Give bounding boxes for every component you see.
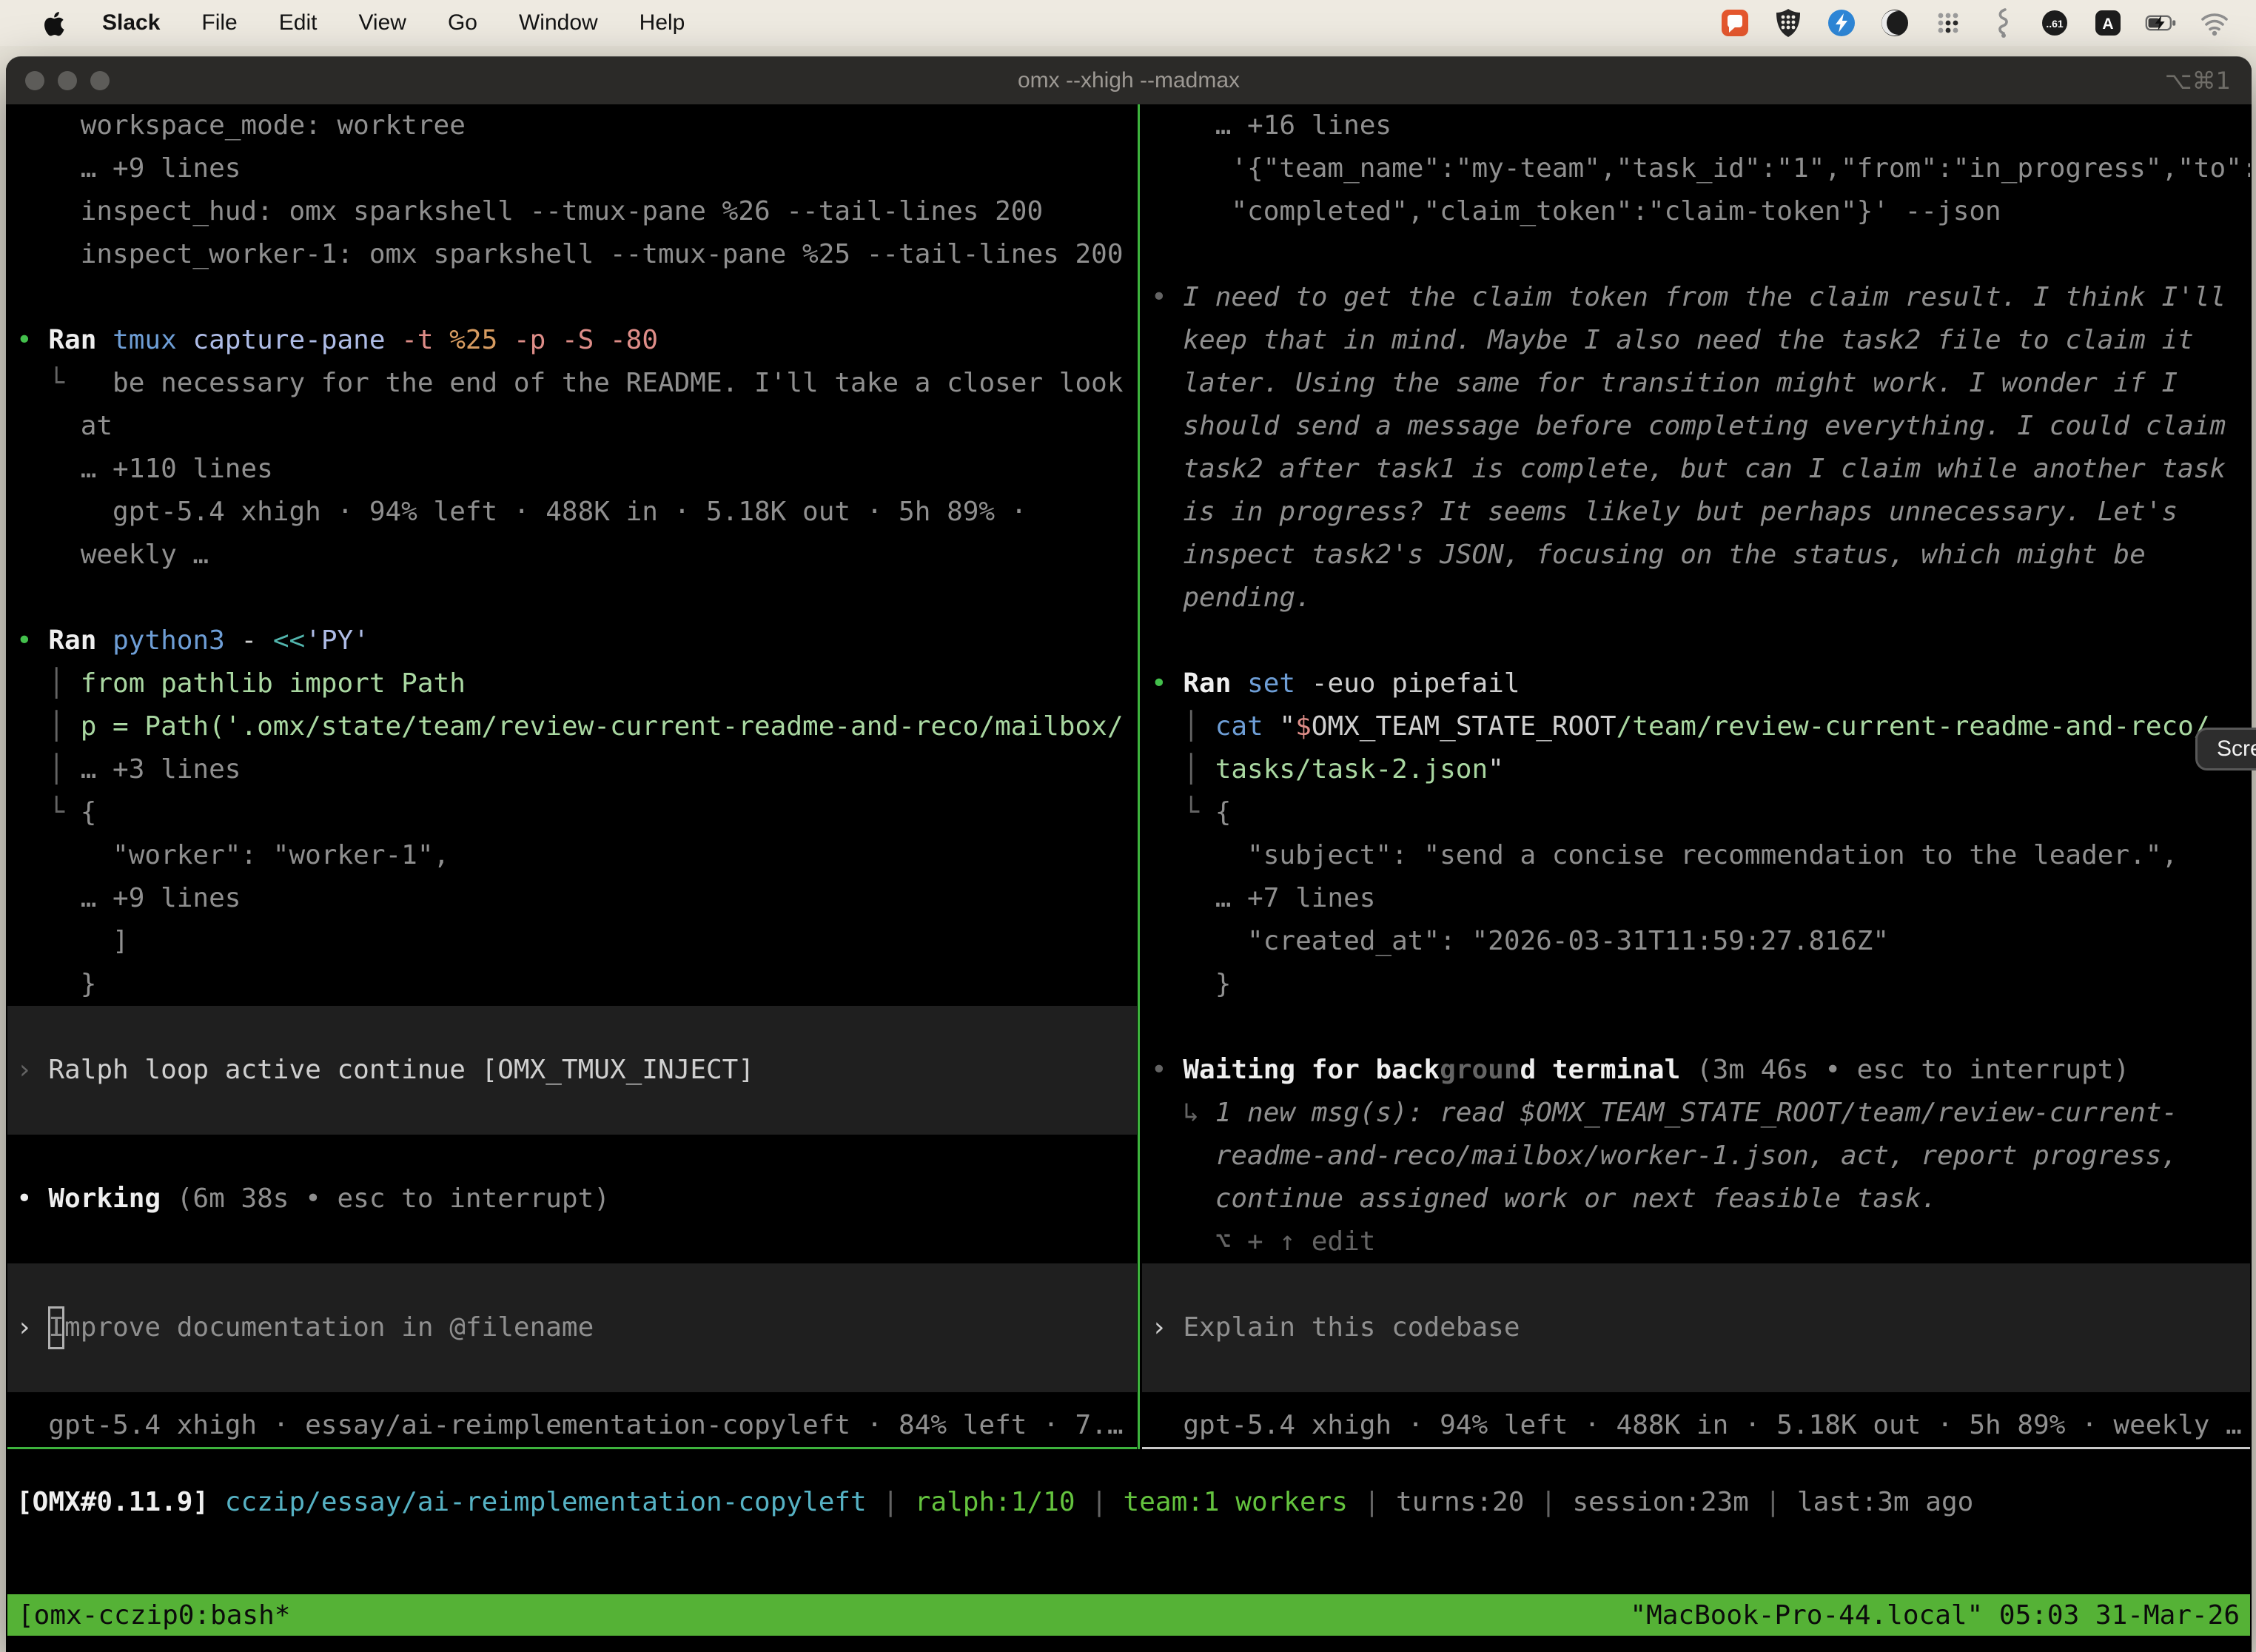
terminal-line: "created_at": "2026-03-31T11:59:27.816Z"	[1142, 920, 2250, 963]
terminal-line: │ … +3 lines	[7, 748, 1137, 791]
terminal-line: should send a message before completing …	[1142, 405, 2250, 448]
terminal-line: ]	[7, 920, 1137, 963]
terminal-line: inspect_hud: omx sparkshell --tmux-pane …	[7, 190, 1137, 233]
terminal-line: workspace_mode: worktree	[7, 104, 1137, 147]
terminal-line: └ {	[7, 791, 1137, 834]
menu-status-icons: ..61 A	[1719, 0, 2231, 46]
terminal-line: gpt-5.4 xhigh · 94% left · 488K in · 5.1…	[7, 491, 1137, 534]
tmux-pane-divider[interactable]	[1138, 104, 1140, 1449]
svg-text:..61: ..61	[2046, 18, 2064, 30]
right-pane-log: … +16 lines '{"team_name":"my-team","tas…	[1142, 104, 2250, 1263]
left-session-statusline: gpt-5.4 xhigh · essay/ai-reimplementatio…	[7, 1404, 1137, 1447]
wifi-icon[interactable]	[2198, 7, 2231, 39]
menu-item-go[interactable]: Go	[448, 10, 477, 36]
keyboard-a-icon[interactable]: A	[2092, 7, 2124, 39]
blue-badge-icon[interactable]	[1825, 7, 1858, 39]
terminal-line: "subject": "send a concise recommendatio…	[1142, 834, 2250, 877]
right-session-statusline: gpt-5.4 xhigh · 94% left · 488K in · 5.1…	[1142, 1404, 2250, 1447]
terminal-line: }	[1142, 963, 2250, 1006]
menu-item-window[interactable]: Window	[519, 10, 598, 36]
right-prompt-input[interactable]: › Explain this codebase	[1142, 1263, 2250, 1392]
terminal-line: }	[7, 963, 1137, 1006]
left-working-status: • Working (6m 38s • esc to interrupt)	[7, 1135, 1137, 1263]
chat-app-icon[interactable]	[1719, 7, 1751, 39]
left-prompt-input[interactable]: › Improve documentation in @filename	[7, 1263, 1137, 1392]
menu-item-edit[interactable]: Edit	[279, 10, 318, 36]
terminal-line	[7, 577, 1137, 620]
terminal-line: later. Using the same for transition mig…	[1142, 362, 2250, 405]
terminal-line: … +7 lines	[1142, 877, 2250, 920]
tmux-session-name: [omx-cczip0:bash*	[18, 1600, 290, 1631]
terminal-line: … +16 lines	[1142, 104, 2250, 147]
terminal-line: └ {	[1142, 791, 2250, 834]
terminal-line: inspect task2's JSON, focusing on the st…	[1142, 534, 2250, 577]
terminal-line: • Waiting for background terminal (3m 46…	[1142, 1049, 2250, 1092]
terminal-line: │ cat "$OMX_TEAM_STATE_ROOT/team/review-…	[1142, 705, 2250, 748]
battery-charging-icon[interactable]	[2145, 7, 2178, 39]
badge-61-icon[interactable]: ..61	[2038, 7, 2071, 39]
apple-menu-icon[interactable]	[43, 8, 68, 38]
window-shortcut-badge: ⌥⌘1	[2165, 57, 2231, 104]
terminal-line: gpt-5.4 xhigh · essay/ai-reimplementatio…	[7, 1404, 1137, 1447]
terminal-line: • Working (6m 38s • esc to interrupt)	[7, 1178, 1137, 1220]
terminal-line: › Explain this codebase	[1142, 1306, 2250, 1349]
terminal-line: … +9 lines	[7, 877, 1137, 920]
macos-menu-bar: Slack File Edit View Go Window Help ..61…	[0, 0, 2256, 46]
menu-item-help[interactable]: Help	[639, 10, 685, 36]
terminal-line	[1142, 620, 2250, 662]
shield-grid-icon[interactable]	[1772, 7, 1805, 39]
terminal-line	[1142, 1006, 2250, 1049]
terminal-line: … +110 lines	[7, 448, 1137, 491]
menu-item-view[interactable]: View	[358, 10, 406, 36]
terminal-window[interactable]: omx --xhigh --madmax ⌥⌘1 workspace_mode:…	[6, 56, 2252, 1652]
terminal-line: keep that in mind. Maybe I also need the…	[1142, 319, 2250, 362]
terminal-line: '{"team_name":"my-team","task_id":"1","f…	[1142, 147, 2250, 190]
terminal-line: • Ran set -euo pipefail	[1142, 662, 2250, 705]
terminal-line: inspect_worker-1: omx sparkshell --tmux-…	[7, 233, 1137, 276]
terminal-line: ↳ 1 new msg(s): read $OMX_TEAM_STATE_ROO…	[1142, 1092, 2250, 1135]
right-worker-pane[interactable]: … +16 lines '{"team_name":"my-team","tas…	[1142, 104, 2250, 1449]
terminal-line: readme-and-reco/mailbox/worker-1.json, a…	[1142, 1135, 2250, 1178]
terminal-line: • Ran tmux capture-pane -t %25 -p -S -80	[7, 319, 1137, 362]
left-pane-log: workspace_mode: worktree … +9 lines insp…	[7, 104, 1137, 1006]
dots-grid-icon[interactable]	[1932, 7, 1964, 39]
window-title-bar[interactable]: omx --xhigh --madmax ⌥⌘1	[6, 57, 2252, 104]
terminal-line: pending.	[1142, 577, 2250, 620]
terminal-line: • I need to get the claim token from the…	[1142, 276, 2250, 319]
terminal-line: "completed","claim_token":"claim-token"}…	[1142, 190, 2250, 233]
terminal-line: › Improve documentation in @filename	[7, 1306, 1137, 1349]
terminal-line: └ be necessary for the end of the README…	[7, 362, 1137, 405]
svg-text:A: A	[2102, 16, 2113, 33]
terminal-line: │ p = Path('.omx/state/team/review-curre…	[7, 705, 1137, 748]
tmux-status-bar[interactable]: [omx-cczip0:bash* "MacBook-Pro-44.local"…	[7, 1594, 2250, 1636]
tmux-host-and-clock: "MacBook-Pro-44.local" 05:03 31-Mar-26	[1630, 1600, 2240, 1631]
terminal-line: [OMX#0.11.9] cczip/essay/ai-reimplementa…	[7, 1481, 2250, 1524]
terminal-line: task2 after task1 is complete, but can I…	[1142, 448, 2250, 491]
omx-hud-pane: [OMX#0.11.9] cczip/essay/ai-reimplementa…	[7, 1451, 2250, 1592]
terminal-line: │ from pathlib import Path	[7, 662, 1137, 705]
crescent-app-icon[interactable]	[1879, 7, 1911, 39]
terminal-line: › Ralph loop active continue [OMX_TMUX_I…	[7, 1049, 1137, 1092]
terminal-line: "worker": "worker-1",	[7, 834, 1137, 877]
terminal-line: │ tasks/task-2.json"	[1142, 748, 2250, 791]
terminal-line: gpt-5.4 xhigh · 94% left · 488K in · 5.1…	[1142, 1404, 2250, 1447]
screenshot-tooltip: Scre	[2195, 728, 2256, 770]
terminal-line: at	[7, 405, 1137, 448]
terminal-line: continue assigned work or next feasible …	[1142, 1178, 2250, 1220]
terminal-line	[7, 1220, 1137, 1263]
left-agent-pane[interactable]: workspace_mode: worktree … +9 lines insp…	[7, 104, 1137, 1449]
terminal-line: … +9 lines	[7, 147, 1137, 190]
terminal-line: weekly …	[7, 534, 1137, 577]
terminal-line	[7, 1135, 1137, 1178]
terminal-line	[7, 276, 1137, 319]
active-app-name[interactable]: Slack	[102, 10, 160, 36]
window-title: omx --xhigh --madmax	[6, 57, 2252, 104]
left-ralph-banner: › Ralph loop active continue [OMX_TMUX_I…	[7, 1006, 1137, 1135]
menu-item-file[interactable]: File	[201, 10, 237, 36]
terminal-line	[1142, 233, 2250, 276]
terminal-line: ⌥ + ↑ edit	[1142, 1220, 2250, 1263]
terminal-line: • Ran python3 - <<'PY'	[7, 620, 1137, 662]
squiggle-icon[interactable]	[1985, 7, 2018, 39]
terminal-line: is in progress? It seems likely but perh…	[1142, 491, 2250, 534]
